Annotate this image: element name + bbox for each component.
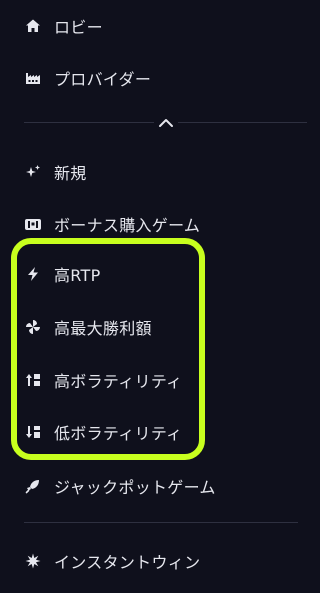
menu-item-new[interactable]: 新規 xyxy=(24,156,87,188)
sort-down-icon xyxy=(24,423,42,441)
collapse-toggle[interactable] xyxy=(154,110,178,134)
chevron-up-icon xyxy=(158,113,174,132)
menu-item-lobby[interactable]: ロビー xyxy=(24,10,103,42)
factory-icon xyxy=(24,69,42,87)
menu-item-label: ロビー xyxy=(54,18,103,37)
menu-item-label: ボーナス購入ゲーム xyxy=(54,216,201,235)
home-icon xyxy=(24,17,42,35)
menu-item-label: 高ボラティリティ xyxy=(54,372,183,391)
menu-item-high-volatility[interactable]: 高ボラティリティ xyxy=(24,364,182,396)
menu-item-label: インスタントウィン xyxy=(54,553,201,572)
treasure-chest-icon xyxy=(24,215,42,233)
menu-item-label: プロバイダー xyxy=(54,70,152,89)
menu-item-high-rtp[interactable]: 高RTP xyxy=(24,258,101,290)
menu-item-low-volatility[interactable]: 低ボラティリティ xyxy=(24,416,182,448)
lightning-icon xyxy=(24,265,42,283)
sparkles-icon xyxy=(24,163,42,181)
menu-item-label: 新規 xyxy=(54,164,87,183)
menu-item-highest-win[interactable]: 高最大勝利額 xyxy=(24,311,152,343)
menu-item-label: ジャックポットゲーム xyxy=(54,478,216,497)
section-divider xyxy=(24,522,298,523)
menu-item-jackpot[interactable]: ジャックポットゲーム xyxy=(24,470,216,502)
burst-icon xyxy=(24,552,42,570)
menu-item-bonus-buy[interactable]: ボーナス購入ゲーム xyxy=(24,208,200,240)
menu-item-label: 高最大勝利額 xyxy=(54,319,152,338)
rocket-icon xyxy=(24,477,42,495)
menu-item-label: 高RTP xyxy=(54,266,101,285)
pinwheel-icon xyxy=(24,318,42,336)
side-menu: ロビー プロバイダー 新規 ボーナス購入ゲーム 高RTP 高最大勝利額 高ボラテ… xyxy=(0,0,310,593)
menu-item-instant-win[interactable]: インスタントウィン xyxy=(24,545,200,577)
menu-item-label: 低ボラティリティ xyxy=(54,424,183,443)
menu-item-providers[interactable]: プロバイダー xyxy=(24,62,151,94)
sort-up-icon xyxy=(24,371,42,389)
